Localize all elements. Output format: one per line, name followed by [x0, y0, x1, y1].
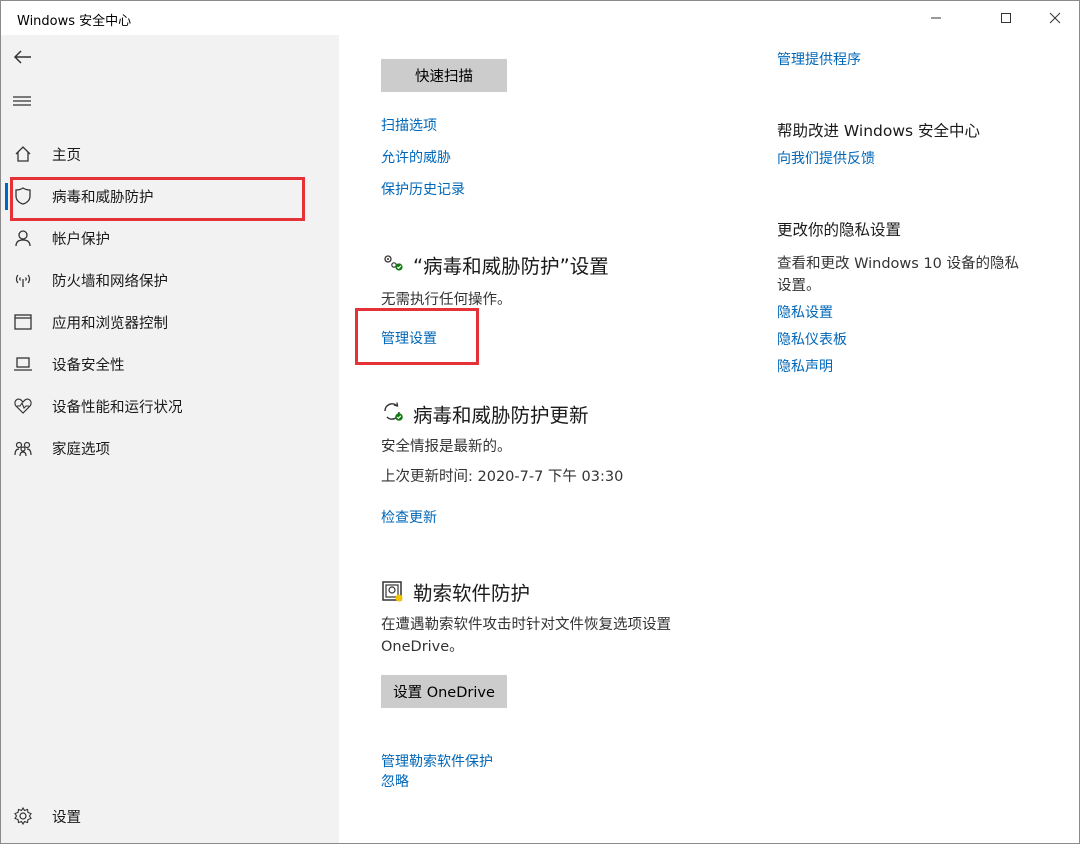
improve-heading: 帮助改进 Windows 安全中心 [777, 122, 981, 140]
privacy-settings-link[interactable]: 隐私设置 [777, 302, 833, 322]
settings-section-heading: “病毒和威胁防护”设置 [413, 255, 609, 278]
highlight-box-manage-settings [355, 308, 479, 365]
sidebar-item-account-protection[interactable]: 帐户保护 [1, 218, 339, 258]
scrolled-partial-heading [777, 35, 867, 39]
settings-status-text: 无需执行任何操作。 [381, 292, 512, 308]
ransomware-section-heading: 勒索软件防护 [413, 582, 531, 605]
sidebar-item-family[interactable]: 家庭选项 [1, 428, 339, 468]
ransomware-folder-icon [382, 581, 403, 602]
quick-scan-button[interactable]: 快速扫描 [381, 59, 507, 92]
settings-gears-icon [384, 255, 403, 271]
sidebar-item-label: 防火墙和网络保护 [52, 274, 168, 290]
ransomware-description-line1: 在遭遇勒索软件攻击时针对文件恢复选项设置 [381, 617, 671, 633]
sidebar-item-firewall[interactable]: 防火墙和网络保护 [1, 260, 339, 300]
scrolled-partial-text [381, 35, 531, 39]
update-refresh-icon [384, 402, 403, 421]
hamburger-menu-icon[interactable] [11, 93, 33, 109]
main-content: 快速扫描 扫描选项 允许的威胁 保护历史记录 “病毒和威胁防护”设置 无需执行任… [339, 35, 1079, 843]
sidebar-item-home[interactable]: 主页 [1, 134, 339, 174]
privacy-heading: 更改你的隐私设置 [777, 221, 902, 239]
check-updates-link[interactable]: 检查更新 [381, 507, 437, 527]
manage-providers-link[interactable]: 管理提供程序 [777, 49, 861, 69]
laptop-icon [14, 357, 32, 371]
wifi-icon [15, 274, 31, 287]
maximize-icon [1001, 13, 1011, 23]
gear-icon [14, 806, 32, 826]
app-window-icon [14, 314, 32, 330]
person-icon [15, 230, 31, 247]
sidebar-item-device-performance[interactable]: 设备性能和运行状况 [1, 386, 339, 426]
maximize-button[interactable] [982, 1, 1030, 35]
ransomware-description-line2: OneDrive。 [381, 639, 464, 655]
home-icon [15, 146, 31, 162]
updates-section-heading: 病毒和威胁防护更新 [413, 404, 589, 427]
close-icon [1049, 12, 1061, 24]
family-icon [14, 441, 32, 457]
sidebar-item-app-browser[interactable]: 应用和浏览器控制 [1, 302, 339, 342]
privacy-statement-link[interactable]: 隐私声明 [777, 356, 833, 376]
sidebar-item-device-security[interactable]: 设备安全性 [1, 344, 339, 384]
sidebar-item-label: 设备性能和运行状况 [52, 400, 183, 416]
updates-status-text: 安全情报是最新的。 [381, 439, 512, 455]
scan-options-link[interactable]: 扫描选项 [381, 115, 437, 135]
window-title: Windows 安全中心 [17, 14, 132, 29]
sidebar-item-label: 帐户保护 [52, 232, 110, 248]
security-center-window: Windows 安全中心 主页 病毒和威胁防护 帐户保护 防火墙和网络保护 应用… [0, 0, 1080, 844]
sidebar: 主页 病毒和威胁防护 帐户保护 防火墙和网络保护 应用和浏览器控制 设备安全性 … [1, 35, 339, 843]
protection-history-link[interactable]: 保护历史记录 [381, 179, 465, 199]
close-button[interactable] [1031, 1, 1079, 35]
privacy-description-line1: 查看和更改 Windows 10 设备的隐私 [777, 256, 1020, 272]
sidebar-settings-label: 设置 [52, 810, 81, 826]
manage-ransomware-link[interactable]: 管理勒索软件保护 [381, 751, 493, 771]
last-update-time-text: 上次更新时间: 2020-7-7 下午 03:30 [381, 469, 624, 485]
privacy-description-line2: 设置。 [777, 278, 821, 294]
heart-pulse-icon [14, 398, 32, 414]
privacy-dashboard-link[interactable]: 隐私仪表板 [777, 329, 847, 349]
title-bar: Windows 安全中心 [1, 1, 1079, 35]
sidebar-item-label: 家庭选项 [52, 442, 110, 458]
allowed-threats-link[interactable]: 允许的威胁 [381, 147, 451, 167]
sidebar-item-label: 设备安全性 [52, 358, 125, 374]
sidebar-item-label: 主页 [52, 148, 81, 164]
setup-onedrive-button[interactable]: 设置 OneDrive [381, 675, 507, 708]
dismiss-link[interactable]: 忽略 [381, 771, 409, 791]
minimize-icon [931, 17, 941, 19]
feedback-link[interactable]: 向我们提供反馈 [777, 148, 875, 168]
sidebar-item-label: 应用和浏览器控制 [52, 316, 168, 332]
minimize-button[interactable] [912, 1, 960, 35]
highlight-box-sidebar [10, 177, 305, 221]
sidebar-item-settings[interactable]: 设置 [1, 796, 339, 836]
back-arrow-icon[interactable] [11, 45, 35, 69]
